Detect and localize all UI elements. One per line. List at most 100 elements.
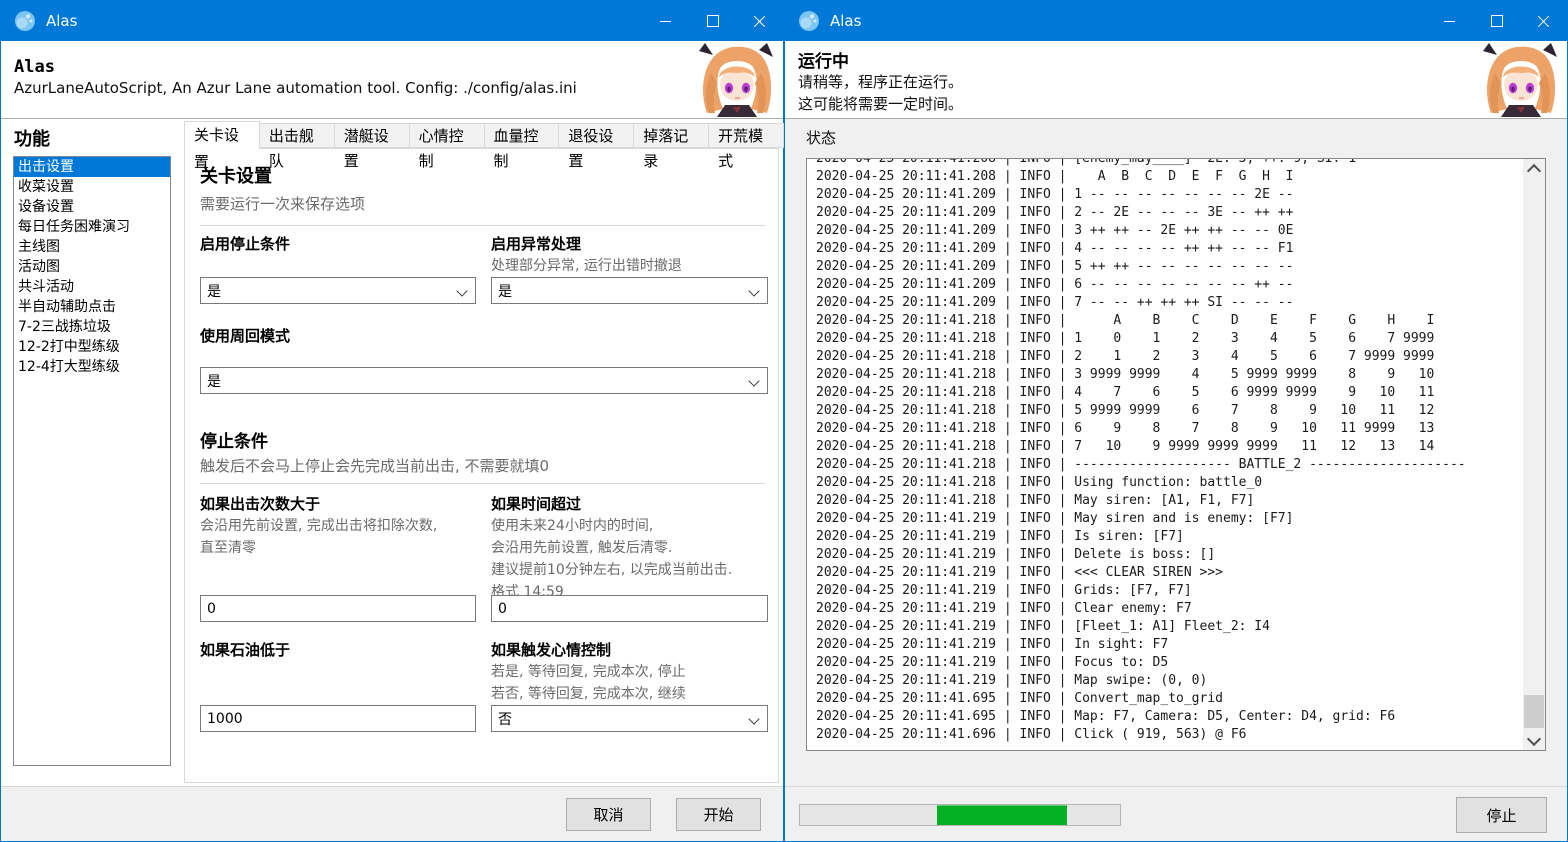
minimize-icon: [1444, 21, 1455, 22]
log-line: 2020-04-25 20:11:41.219 | INFO | Focus t…: [816, 654, 1523, 672]
sidebar-item[interactable]: 12-4打大型练级: [14, 357, 170, 377]
if-count-label: 如果出击次数大于: [200, 493, 320, 514]
log-line: 2020-04-25 20:11:41.219 | INFO | Grids: …: [816, 582, 1523, 600]
sidebar-item[interactable]: 主线图: [14, 237, 170, 257]
window-running: Alas 运行中 请稍等，程序正在运行。 这可能将需要一定时间。: [784, 0, 1568, 842]
log-line: 2020-04-25 20:11:41.219 | INFO | Map swi…: [816, 672, 1523, 690]
if-count-input[interactable]: [200, 595, 476, 622]
log-line: 2020-04-25 20:11:41.219 | INFO | Clear e…: [816, 600, 1523, 618]
divider: [200, 225, 765, 226]
tab[interactable]: 血量控制: [484, 123, 560, 148]
log-line: 2020-04-25 20:11:41.209 | INFO | 6 -- --…: [816, 276, 1523, 294]
app-header: Alas AzurLaneAutoScript, An Azur Lane au…: [1, 41, 783, 119]
if-emotion-select[interactable]: 否: [491, 705, 768, 732]
log-line: 2020-04-25 20:11:41.218 | INFO | 2 1 2 3…: [816, 348, 1523, 366]
log-line: 2020-04-25 20:11:41.218 | INFO | 3 9999 …: [816, 366, 1523, 384]
sidebar-item[interactable]: 共斗活动: [14, 277, 170, 297]
log-line: 2020-04-25 20:11:41.695 | INFO | Map: F7…: [816, 708, 1523, 726]
titlebar[interactable]: Alas: [1, 1, 783, 41]
tab[interactable]: 掉落记录: [633, 123, 709, 148]
close-button[interactable]: [1520, 1, 1567, 41]
minimize-button[interactable]: [642, 1, 689, 41]
enable-exception-label: 启用异常处理: [491, 233, 581, 254]
enable-stop-select[interactable]: 是: [200, 277, 476, 304]
cancel-button[interactable]: 取消: [566, 798, 651, 831]
scrollbar-thumb[interactable]: [1524, 695, 1544, 728]
app-logo-icon: [14, 10, 36, 32]
if-emotion-value: 否: [498, 709, 512, 729]
panel-heading: 关卡设置: [200, 162, 272, 188]
running-header: 运行中 请稍等，程序正在运行。 这可能将需要一定时间。: [785, 41, 1567, 119]
start-button[interactable]: 开始: [676, 798, 761, 831]
stop-condition-desc: 触发后不会马上停止会先完成当前出击, 不需要就填0: [200, 455, 549, 476]
maximize-icon: [1491, 15, 1503, 27]
log-line: 2020-04-25 20:11:41.209 | INFO | 2 -- 2E…: [816, 204, 1523, 222]
sidebar-item[interactable]: 出击设置: [14, 157, 170, 177]
if-time-label: 如果时间超过: [491, 493, 581, 514]
avatar: [1481, 43, 1560, 117]
chevron-down-icon: [748, 713, 759, 724]
tab[interactable]: 退役设置: [558, 123, 634, 148]
function-listbox[interactable]: 出击设置收菜设置设备设置每日任务困难演习主线图活动图共斗活动半自动辅助点击7-2…: [13, 156, 171, 766]
minimize-button[interactable]: [1426, 1, 1473, 41]
log-content[interactable]: 2020-04-25 20:11:41.208 | INFO | [enemy_…: [807, 158, 1523, 750]
log-line: 2020-04-25 20:11:41.695 | INFO | Convert…: [816, 690, 1523, 708]
loop-mode-label: 使用周回模式: [200, 325, 290, 346]
sidebar-item[interactable]: 半自动辅助点击: [14, 297, 170, 317]
log-line: 2020-04-25 20:11:41.209 | INFO | 7 -- --…: [816, 294, 1523, 312]
close-button[interactable]: [736, 1, 783, 41]
tab[interactable]: 心情控制: [409, 123, 485, 148]
settings-tabs: 关卡设置出击舰队潜艇设置心情控制血量控制退役设置掉落记录开荒模式: [184, 123, 783, 148]
log-line: 2020-04-25 20:11:41.218 | INFO | 7 10 9 …: [816, 438, 1523, 456]
scroll-down-button[interactable]: [1523, 731, 1545, 750]
enable-exception-desc: 处理部分异常, 运行出错时撤退: [491, 255, 682, 275]
titlebar[interactable]: Alas: [785, 1, 1567, 41]
app-subtitle: AzurLaneAutoScript, An Azur Lane automat…: [14, 79, 577, 97]
sidebar-item[interactable]: 设备设置: [14, 197, 170, 217]
log-line: 2020-04-25 20:11:41.209 | INFO | 4 -- --…: [816, 240, 1523, 258]
scroll-up-button[interactable]: [1523, 159, 1545, 178]
sidebar-item[interactable]: 收菜设置: [14, 177, 170, 197]
app-title: Alas: [14, 57, 55, 77]
sidebar-item[interactable]: 7-2三战拣垃圾: [14, 317, 170, 337]
stop-button[interactable]: 停止: [1456, 797, 1547, 833]
tab[interactable]: 出击舰队: [259, 123, 335, 148]
tab[interactable]: 开荒模式: [708, 123, 784, 148]
progress-bar-fill: [937, 805, 1067, 825]
enable-exception-select[interactable]: 是: [491, 277, 768, 304]
progress-bar: [799, 804, 1121, 826]
tab[interactable]: 关卡设置: [184, 121, 260, 149]
log-box: 2020-04-25 20:11:41.208 | INFO | [enemy_…: [806, 158, 1546, 751]
log-line: 2020-04-25 20:11:41.218 | INFO | May sir…: [816, 492, 1523, 510]
sidebar-item[interactable]: 活动图: [14, 257, 170, 277]
app-logo-icon: [798, 10, 820, 32]
chevron-up-icon: [1527, 163, 1541, 177]
log-scrollbar[interactable]: [1523, 159, 1545, 750]
tab-panel-stage-settings: 关卡设置 需要运行一次来保存选项 启用停止条件 启用异常处理 处理部分异常, 运…: [184, 148, 779, 783]
if-count-desc-2: 直至清零: [200, 537, 256, 557]
if-emotion-desc-1: 若是, 等待回复, 完成本次, 停止: [491, 661, 686, 681]
maximize-button[interactable]: [689, 1, 736, 41]
if-time-desc-1: 使用未来24小时内的时间,: [491, 515, 653, 535]
log-line: 2020-04-25 20:11:41.219 | INFO | Delete …: [816, 546, 1523, 564]
if-oil-input[interactable]: [200, 705, 476, 732]
sidebar-title: 功能: [14, 125, 50, 151]
sidebar-item[interactable]: 每日任务困难演习: [14, 217, 170, 237]
log-line: 2020-04-25 20:11:41.218 | INFO | 1 0 1 2…: [816, 330, 1523, 348]
if-oil-label: 如果石油低于: [200, 639, 290, 660]
log-line: 2020-04-25 20:11:41.218 | INFO | A B C D…: [816, 312, 1523, 330]
enable-exception-value: 是: [498, 281, 512, 301]
footer-bar: 取消 开始: [1, 786, 783, 841]
if-time-input[interactable]: [491, 595, 768, 622]
panel-subheading: 需要运行一次来保存选项: [200, 193, 365, 214]
log-line: 2020-04-25 20:11:41.208 | INFO | [enemy_…: [816, 158, 1523, 168]
sidebar-item[interactable]: 12-2打中型练级: [14, 337, 170, 357]
tab[interactable]: 潜艇设置: [334, 123, 410, 148]
maximize-button[interactable]: [1473, 1, 1520, 41]
log-line: 2020-04-25 20:11:41.219 | INFO | [Fleet_…: [816, 618, 1523, 636]
loop-mode-select[interactable]: 是: [200, 367, 768, 394]
running-title: 运行中: [798, 47, 849, 72]
log-line: 2020-04-25 20:11:41.219 | INFO | In sigh…: [816, 636, 1523, 654]
chevron-down-icon: [748, 285, 759, 296]
if-emotion-desc-2: 若否, 等待回复, 完成本次, 继续: [491, 683, 686, 703]
